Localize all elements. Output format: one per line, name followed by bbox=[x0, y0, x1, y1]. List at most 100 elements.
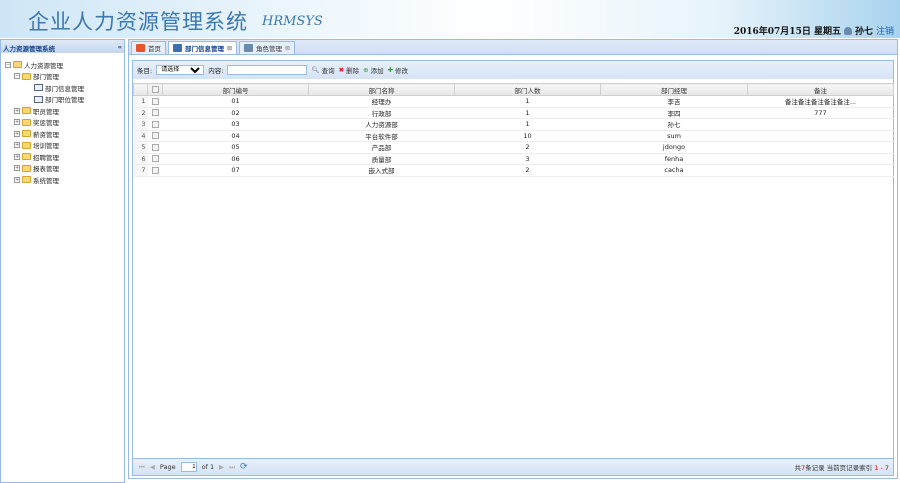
tree-label: 报表管理 bbox=[33, 165, 59, 174]
tree-root[interactable]: − 人力资源管理 bbox=[5, 59, 124, 71]
table-row[interactable]: 6 06 质量部 3 fenha bbox=[133, 153, 894, 165]
tree-label: 人力资源管理 bbox=[24, 61, 63, 70]
tree-dept[interactable]: − 部门管理 bbox=[5, 71, 124, 83]
expand-icon[interactable]: + bbox=[14, 119, 20, 126]
field-select[interactable]: 请选择 bbox=[156, 65, 205, 75]
row-number: 4 bbox=[133, 130, 148, 142]
add-button[interactable]: ⊕ 添加 bbox=[363, 65, 383, 75]
field-label: 条目: bbox=[137, 67, 153, 75]
column-header[interactable]: 部门经理 bbox=[600, 83, 748, 96]
edit-icon: ✚ bbox=[387, 66, 394, 74]
row-checkbox[interactable] bbox=[151, 155, 159, 163]
expand-icon[interactable]: + bbox=[14, 130, 20, 137]
column-header[interactable]: 部门人数 bbox=[454, 83, 601, 96]
column-header[interactable]: 部门名称 bbox=[308, 83, 455, 96]
row-select[interactable] bbox=[147, 118, 163, 131]
row-select[interactable] bbox=[147, 107, 163, 119]
close-icon[interactable]: ⊠ bbox=[285, 45, 290, 52]
row-select[interactable] bbox=[147, 130, 163, 142]
row-checkbox[interactable] bbox=[151, 132, 159, 140]
tree-group[interactable]: + 薪资管理 bbox=[5, 128, 124, 140]
table-row[interactable]: 2 02 行政部 1 李四 777 bbox=[133, 107, 894, 119]
table-cell: 03 bbox=[162, 118, 309, 131]
logout-link[interactable]: 注销 bbox=[876, 24, 894, 37]
table-cell: 02 bbox=[162, 107, 309, 119]
table-cell: 1 bbox=[454, 118, 601, 131]
tab-label: 首页 bbox=[148, 45, 161, 53]
expand-icon[interactable]: + bbox=[14, 165, 20, 172]
pagination-bar: ⏮ ◀ Page of 1 ▶ ⏭ ⟳ 共7条记录 当前页记录索引 1 - 7 bbox=[133, 458, 893, 475]
expand-icon[interactable]: + bbox=[14, 176, 20, 183]
tree-group[interactable]: + 系统管理 bbox=[5, 174, 124, 186]
select-all-checkbox[interactable] bbox=[151, 86, 159, 93]
collapse-icon[interactable]: − bbox=[14, 73, 20, 80]
table-row[interactable]: 1 01 经理办 1 李吉 备注备注备注备注备注... bbox=[133, 95, 894, 108]
collapse-button[interactable]: « bbox=[118, 43, 122, 51]
sidebar: 人力资源管理系统 « − 人力资源管理 − 部门管理 部门信息管理 部门职位管理 + 职… bbox=[0, 39, 125, 483]
date-text: 2016年07月15日 星期五 bbox=[733, 27, 841, 37]
table-cell: 06 bbox=[162, 153, 309, 165]
expand-icon[interactable]: + bbox=[14, 153, 20, 160]
page-input[interactable] bbox=[180, 462, 197, 472]
delete-button[interactable]: ✖ 删除 bbox=[339, 65, 359, 75]
tree-group[interactable]: + 职员管理 bbox=[5, 105, 124, 117]
tree-group[interactable]: + 奖惩管理 bbox=[5, 117, 124, 129]
grid-panel: 条目: 请选择 内容: 🔍︎ 查询 ✖ 删除 ⊕ 添加 ✚ 修改 部门编号 部门名称 部… bbox=[132, 60, 894, 476]
table-row[interactable]: 5 05 产品部 2 jdongo bbox=[133, 141, 894, 154]
last-page-icon[interactable]: ⏭ bbox=[229, 463, 235, 472]
tree-group[interactable]: + 培训管理 bbox=[5, 140, 124, 152]
column-header[interactable]: 部门编号 bbox=[162, 83, 309, 96]
row-select[interactable] bbox=[147, 141, 163, 154]
content-label: 内容: bbox=[208, 67, 224, 75]
row-number: 7 bbox=[133, 164, 148, 177]
table-cell: 1 bbox=[454, 107, 601, 119]
button-label: 删除 bbox=[346, 67, 360, 75]
table-cell: 产品部 bbox=[308, 141, 455, 154]
expand-icon[interactable]: + bbox=[14, 107, 20, 114]
app-title: 企业人力资源管理系统 bbox=[28, 10, 248, 34]
row-checkbox[interactable] bbox=[151, 143, 159, 151]
close-icon[interactable]: ⊠ bbox=[227, 45, 232, 52]
tree-item-dept-position[interactable]: 部门职位管理 bbox=[5, 94, 124, 106]
tree-group[interactable]: + 报表管理 bbox=[5, 163, 124, 175]
tree-item-dept-info[interactable]: 部门信息管理 bbox=[5, 82, 124, 94]
table-row[interactable]: 3 03 人力资源部 1 孙七 bbox=[133, 118, 894, 131]
add-icon: ⊕ bbox=[363, 66, 369, 74]
folder-icon bbox=[22, 153, 31, 161]
tree-group[interactable]: + 招聘管理 bbox=[5, 151, 124, 163]
table-row[interactable]: 7 07 嵌入式部 2 cacha bbox=[133, 164, 894, 177]
row-checkbox[interactable] bbox=[151, 120, 159, 128]
tree-label: 奖惩管理 bbox=[33, 119, 59, 128]
table-cell: 经理办 bbox=[308, 95, 455, 108]
table-cell bbox=[747, 118, 894, 131]
monitor-icon bbox=[173, 44, 182, 52]
row-select[interactable] bbox=[147, 164, 163, 177]
select-all-header[interactable] bbox=[147, 83, 163, 96]
first-page-icon[interactable]: ⏮ bbox=[139, 463, 145, 472]
table-cell: jdongo bbox=[600, 141, 748, 154]
row-checkbox[interactable] bbox=[151, 166, 159, 174]
tab-dept-info[interactable]: 部门信息管理 ⊠ bbox=[168, 41, 238, 54]
table-cell: sum bbox=[600, 130, 748, 142]
collapse-icon[interactable]: − bbox=[5, 61, 11, 68]
record-summary: 共7条记录 当前页记录索引 1 - 7 bbox=[794, 462, 893, 472]
row-checkbox[interactable] bbox=[151, 97, 159, 105]
row-select[interactable] bbox=[147, 95, 163, 108]
table-row[interactable]: 4 04 平台软件部 10 sum bbox=[133, 130, 894, 142]
row-checkbox[interactable] bbox=[151, 109, 159, 117]
prev-page-icon[interactable]: ◀ bbox=[150, 463, 155, 471]
next-page-icon[interactable]: ▶ bbox=[219, 463, 224, 471]
row-select[interactable] bbox=[147, 153, 163, 165]
table-cell: 嵌入式部 bbox=[308, 164, 455, 177]
expand-icon[interactable]: + bbox=[14, 142, 20, 149]
record-range: 1 - 7 bbox=[874, 464, 889, 472]
tab-role[interactable]: 角色管理 ⊠ bbox=[239, 41, 296, 54]
column-header[interactable]: 备注 bbox=[747, 83, 894, 96]
tab-home[interactable]: 首页 bbox=[131, 41, 166, 54]
refresh-icon[interactable]: ⟳ bbox=[240, 462, 248, 472]
content-input[interactable] bbox=[227, 65, 308, 75]
table-cell: 3 bbox=[454, 153, 601, 165]
search-button[interactable]: 🔍︎ 查询 bbox=[311, 65, 334, 75]
edit-button[interactable]: ✚ 修改 bbox=[388, 65, 408, 75]
tree-label: 部门管理 bbox=[33, 73, 59, 82]
